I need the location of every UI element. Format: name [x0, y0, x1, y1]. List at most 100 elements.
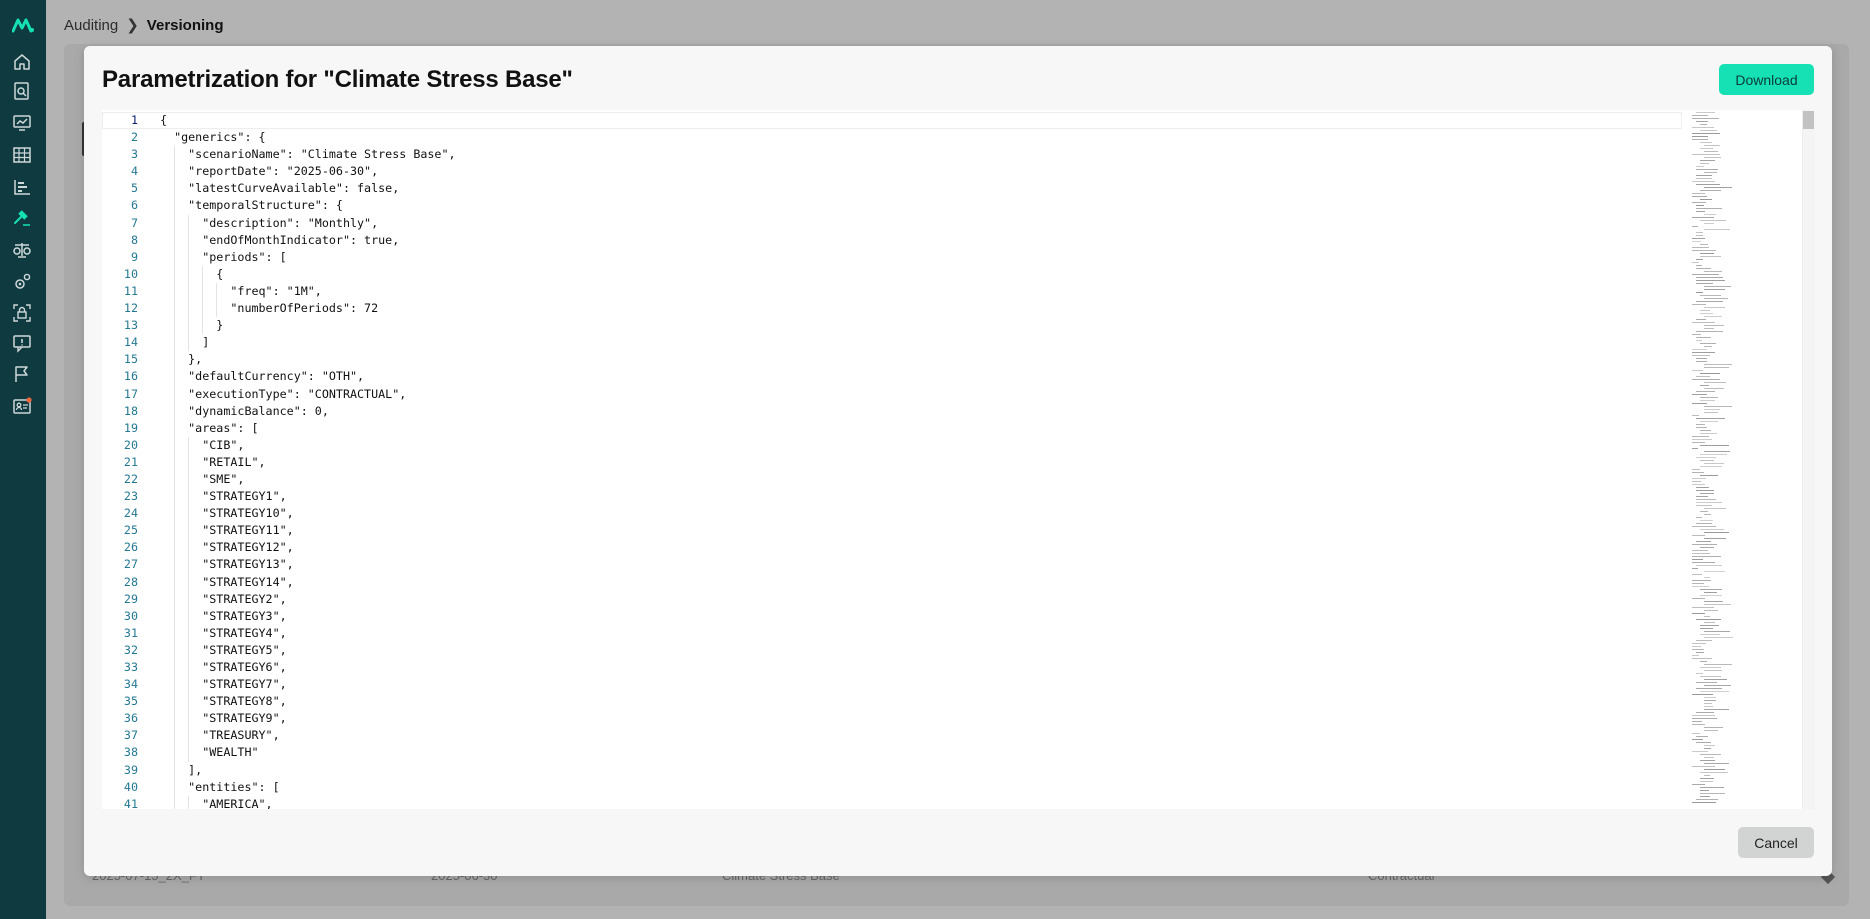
editor-minimap[interactable] — [1688, 110, 1801, 809]
code-line[interactable]: 39 ], — [102, 761, 1682, 779]
minimap-line — [1704, 631, 1730, 632]
code-line[interactable]: 1{ — [102, 112, 1682, 130]
code-line[interactable]: 33 "STRATEGY6", — [102, 659, 1682, 677]
minimap-line — [1704, 709, 1729, 710]
code-line[interactable]: 35 "STRATEGY8", — [102, 693, 1682, 711]
code-line[interactable]: 9 "periods": [ — [102, 248, 1682, 266]
minimap-line — [1704, 706, 1713, 707]
minimap-line — [1700, 421, 1718, 422]
code-lines[interactable]: 1{2 "generics": {3 "scenarioName": "Clim… — [102, 112, 1682, 809]
monitor-chart-icon[interactable] — [12, 113, 32, 133]
indent-guide — [188, 659, 190, 677]
minimap-line — [1696, 673, 1703, 674]
flag-icon[interactable] — [12, 364, 32, 384]
line-number: 30 — [123, 608, 138, 623]
code-line[interactable]: 22 "SME", — [102, 470, 1682, 489]
search-document-icon[interactable] — [12, 81, 32, 101]
code-text: "generics": { — [160, 130, 266, 145]
home-icon[interactable] — [12, 52, 32, 72]
minimap-line — [1696, 235, 1703, 236]
cancel-button[interactable]: Cancel — [1738, 827, 1814, 858]
line-number: 4 — [130, 164, 138, 179]
code-line[interactable]: 28 "STRATEGY14", — [102, 573, 1682, 591]
code-line[interactable]: 14 ] — [102, 334, 1682, 352]
code-line[interactable]: 19 "areas": [ — [102, 419, 1682, 437]
code-line[interactable]: 6 "temporalStructure": { — [102, 197, 1682, 215]
minimap-line — [1700, 433, 1717, 434]
code-line[interactable]: 5 "latestCurveAvailable": false, — [102, 180, 1682, 198]
minimap-line — [1696, 712, 1714, 713]
code-line[interactable]: 12 "numberOfPeriods": 72 — [102, 300, 1682, 318]
line-number: 27 — [123, 557, 138, 572]
minimap-line — [1696, 418, 1725, 419]
json-code-editor[interactable]: 1{2 "generics": {3 "scenarioName": "Clim… — [102, 110, 1815, 809]
code-line[interactable]: 21 "RETAIL", — [102, 453, 1682, 471]
code-line[interactable]: 41 "AMERICA", — [102, 795, 1682, 809]
id-card-icon[interactable] — [12, 396, 32, 416]
code-text: "STRATEGY7", — [160, 676, 287, 694]
editor-scrollbar[interactable] — [1802, 110, 1815, 809]
code-line[interactable]: 36 "STRATEGY9", — [102, 710, 1682, 728]
alert-icon[interactable] — [12, 333, 32, 353]
editor-scrollbar-thumb[interactable] — [1803, 111, 1814, 129]
minimap-line — [1700, 220, 1726, 221]
code-line[interactable]: 13 } — [102, 317, 1682, 335]
code-line[interactable]: 32 "STRATEGY5", — [102, 641, 1682, 659]
code-line[interactable]: 11 "freq": "1M", — [102, 282, 1682, 301]
sidebar — [0, 0, 46, 919]
indent-guide — [174, 744, 176, 762]
minimap-line — [1704, 538, 1726, 539]
code-text: "WEALTH" — [160, 744, 259, 762]
code-line[interactable]: 26 "STRATEGY12", — [102, 539, 1682, 557]
code-line[interactable]: 31 "STRATEGY4", — [102, 624, 1682, 642]
code-line[interactable]: 25 "STRATEGY11", — [102, 522, 1682, 540]
minimap-line — [1700, 397, 1718, 398]
minimap-line — [1692, 598, 1705, 599]
code-line[interactable]: 16 "defaultCurrency": "OTH", — [102, 368, 1682, 386]
code-line[interactable]: 20 "CIB", — [102, 436, 1682, 454]
indent-guide — [188, 590, 190, 608]
code-text: "latestCurveAvailable": false, — [160, 180, 399, 198]
indent-guide — [188, 693, 190, 711]
code-line[interactable]: 3 "scenarioName": "Climate Stress Base", — [102, 146, 1682, 164]
minimap-line — [1696, 166, 1704, 167]
code-line[interactable]: 8 "endOfMonthIndicator": true, — [102, 231, 1682, 249]
code-line[interactable]: 24 "STRATEGY10", — [102, 505, 1682, 523]
minimap-line — [1704, 508, 1726, 509]
line-number: 11 — [123, 283, 138, 298]
scale-icon[interactable] — [12, 240, 32, 260]
indent-guide — [188, 231, 190, 249]
code-line[interactable]: 15 }, — [102, 351, 1682, 369]
code-text: "STRATEGY11", — [160, 522, 294, 540]
indent-guide — [174, 624, 176, 642]
line-number: 38 — [123, 745, 138, 760]
code-line[interactable]: 18 "dynamicBalance": 0, — [102, 402, 1682, 420]
code-line[interactable]: 17 "executionType": "CONTRACTUAL", — [102, 385, 1682, 403]
breadcrumb-current: Versioning — [146, 16, 224, 34]
lock-icon[interactable] — [12, 303, 32, 323]
code-line[interactable]: 4 "reportDate": "2025-06-30", — [102, 163, 1682, 181]
code-line[interactable]: 7 "description": "Monthly", — [102, 214, 1682, 232]
code-line[interactable]: 34 "STRATEGY7", — [102, 676, 1682, 694]
code-line[interactable]: 30 "STRATEGY3", — [102, 607, 1682, 625]
table-icon[interactable] — [12, 145, 32, 165]
breadcrumb-parent[interactable]: Auditing — [64, 17, 118, 34]
indent-guide — [174, 556, 176, 574]
code-line[interactable]: 29 "STRATEGY2", — [102, 590, 1682, 608]
download-button[interactable]: Download — [1719, 64, 1814, 95]
gears-icon[interactable] — [12, 272, 32, 292]
code-line[interactable]: 40 "entities": [ — [102, 778, 1682, 796]
code-line[interactable]: 37 "TREASURY", — [102, 727, 1682, 745]
bar-chart-icon[interactable] — [12, 177, 32, 197]
minimap-line — [1704, 532, 1729, 533]
code-line[interactable]: 2 "generics": { — [102, 129, 1682, 146]
code-line[interactable]: 23 "STRATEGY1", — [102, 488, 1682, 506]
code-line[interactable]: 10 { — [102, 265, 1682, 283]
code-line[interactable]: 38 "WEALTH" — [102, 744, 1682, 762]
line-number: 2 — [130, 130, 138, 145]
code-text: "numberOfPeriods": 72 — [160, 300, 378, 318]
logo-icon[interactable] — [12, 17, 34, 33]
code-line[interactable]: 27 "STRATEGY13", — [102, 556, 1682, 574]
gavel-icon[interactable] — [12, 208, 32, 228]
line-number: 31 — [123, 625, 138, 640]
